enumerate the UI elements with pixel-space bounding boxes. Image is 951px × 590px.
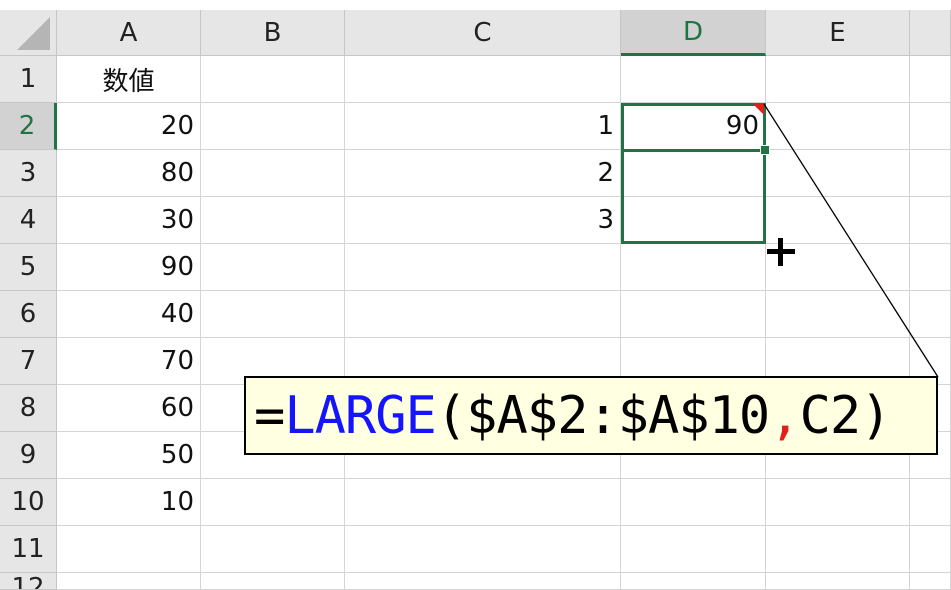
formula-comma: , [769, 385, 800, 446]
formula-open-paren: ( [435, 385, 467, 446]
spreadsheet-grid: A B C D E 1 2 3 4 5 6 7 8 9 10 11 12 数値 2… [0, 0, 951, 590]
callout-leader-line [763, 103, 939, 378]
fill-cursor-plus-icon [767, 238, 795, 266]
formula-function-name: LARGE [284, 385, 437, 446]
formula-equals: = [254, 385, 285, 446]
formula-second-arg: C2 [799, 385, 862, 446]
formula-close-paren: ) [860, 385, 891, 446]
formula-range-arg: $A$2:$A$10 [466, 385, 770, 446]
formula-callout: = LARGE ( $A$2:$A$10 , C2 ) [244, 376, 938, 455]
